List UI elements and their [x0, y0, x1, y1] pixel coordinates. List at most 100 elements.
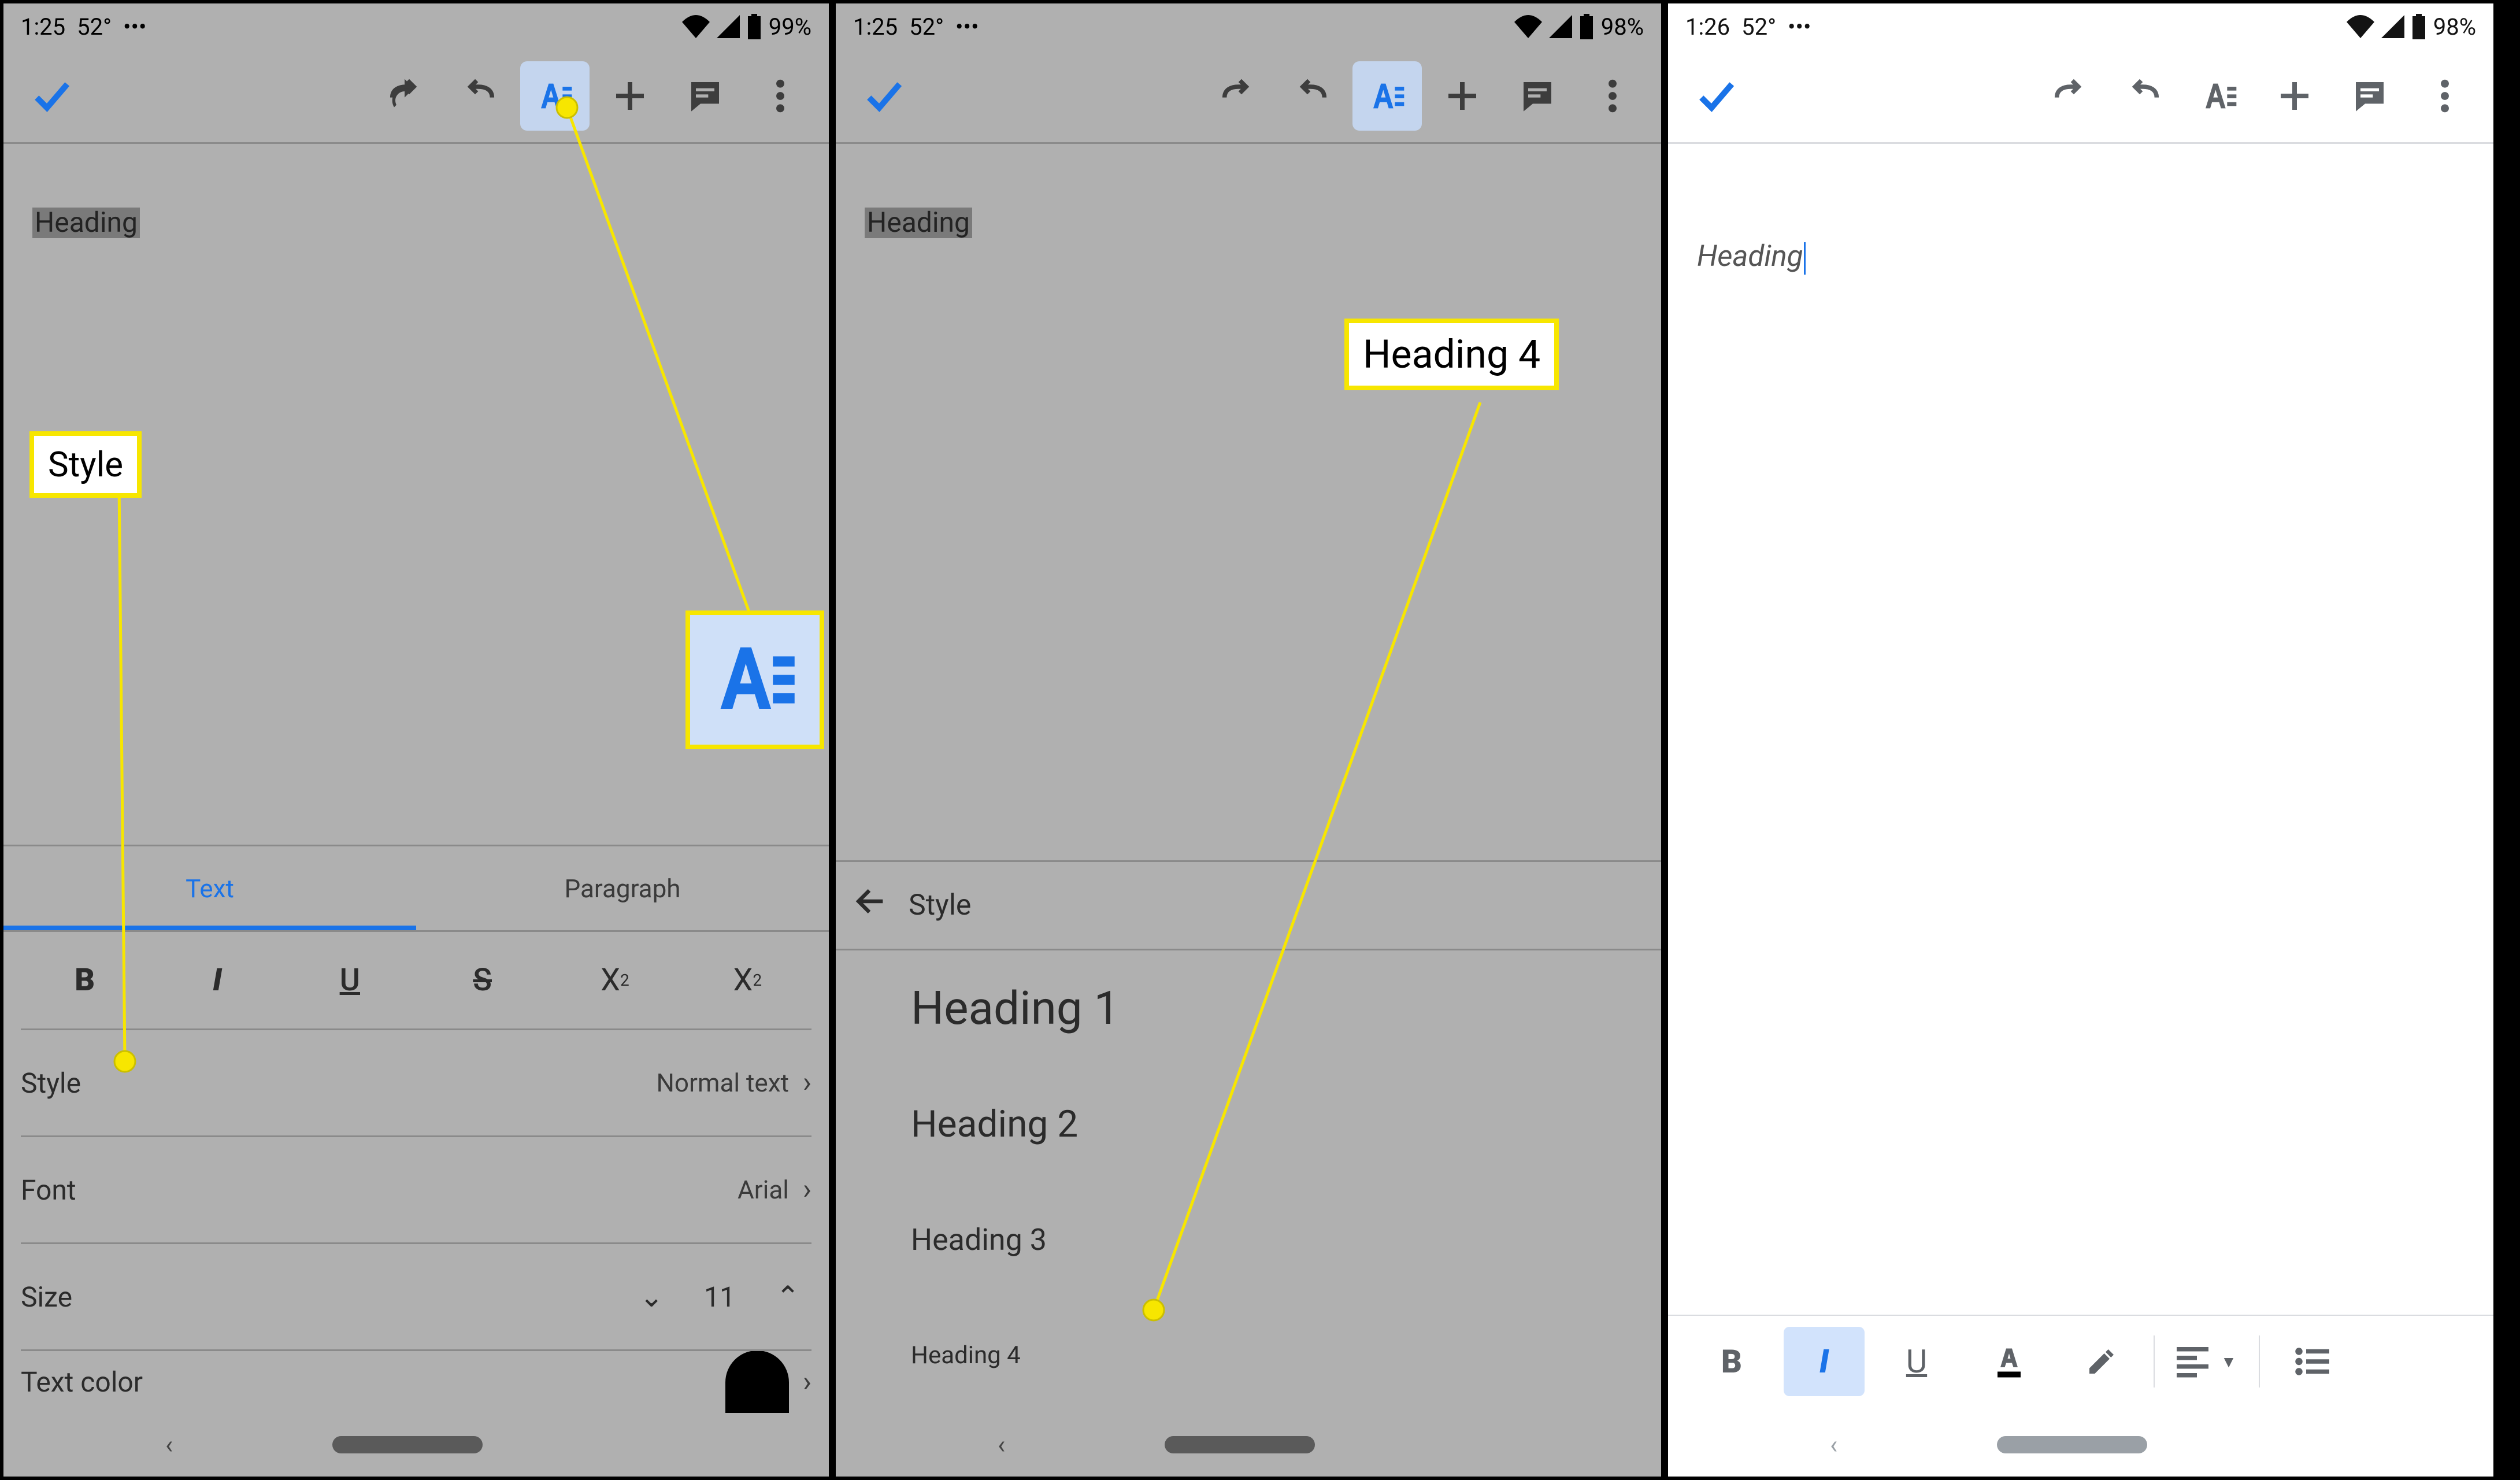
signal-icon [2381, 15, 2404, 38]
status-battery: 98% [1601, 13, 1644, 40]
toolbar [1668, 50, 2493, 142]
toolbar [3, 50, 829, 142]
row-text-color[interactable]: Text color › [21, 1349, 811, 1413]
screen-3: 1:26 52° ••• 98% Heading B I U [1665, 0, 2497, 1480]
undo-button[interactable] [2034, 61, 2104, 131]
document-area[interactable]: Heading [836, 144, 1661, 777]
nav-pill[interactable] [1997, 1436, 2147, 1453]
callout-format-icon [685, 610, 824, 749]
style-heading-2[interactable]: Heading 2 [911, 1066, 1626, 1182]
battery-icon [1579, 14, 1594, 39]
done-button[interactable] [1682, 61, 1751, 131]
comment-button[interactable] [670, 61, 740, 131]
format-button[interactable] [2185, 61, 2254, 131]
comment-button[interactable] [2335, 61, 2404, 131]
style-panel-title: Style [909, 889, 971, 922]
status-temp: 52° [909, 13, 944, 40]
status-battery: 99% [769, 13, 811, 40]
bullet-list-button[interactable] [2271, 1327, 2352, 1396]
style-heading-4[interactable]: Heading 4 [911, 1297, 1626, 1413]
nav-back[interactable]: ‹ [1830, 1430, 1837, 1460]
italic-button[interactable]: I [153, 932, 281, 1028]
undo-button[interactable] [370, 61, 439, 131]
superscript-button[interactable]: X2 [551, 932, 679, 1028]
text-color-button[interactable] [1969, 1327, 2050, 1396]
row-size[interactable]: Size ⌄ 11 ⌃ [21, 1242, 811, 1349]
highlight-button[interactable] [2061, 1327, 2142, 1396]
size-increase[interactable]: ⌃ [764, 1280, 811, 1314]
status-temp: 52° [1741, 13, 1776, 40]
done-button[interactable] [17, 61, 87, 131]
navigation-bar: ‹ [1668, 1413, 2493, 1477]
undo-button[interactable] [1202, 61, 1272, 131]
screen-2: 1:25 52° ••• 98% Heading Heading 4 [832, 0, 1665, 1480]
heading-text[interactable]: Heading [1697, 239, 1806, 275]
comment-button[interactable] [1503, 61, 1572, 131]
nav-pill[interactable] [1165, 1436, 1315, 1453]
style-panel: Style Heading 1 Heading 2 Heading 3 Head… [836, 860, 1661, 1413]
more-button[interactable] [746, 61, 815, 131]
signal-icon [1549, 15, 1572, 38]
redo-button[interactable] [445, 61, 514, 131]
insert-button[interactable] [595, 61, 665, 131]
more-button[interactable] [2410, 61, 2480, 131]
align-button[interactable]: ▼ [2166, 1327, 2247, 1396]
text-color-swatch [725, 1350, 789, 1414]
back-button[interactable] [853, 885, 885, 926]
document-area[interactable]: Heading [1668, 144, 2493, 1312]
insert-button[interactable] [2260, 61, 2329, 131]
underline-button[interactable]: U [1876, 1327, 1957, 1396]
style-heading-1[interactable]: Heading 1 [911, 950, 1626, 1066]
bold-button[interactable]: B [1691, 1327, 1772, 1396]
redo-button[interactable] [1277, 61, 1347, 131]
status-dots: ••• [1788, 13, 1811, 40]
row-font[interactable]: Font Arial› [21, 1135, 811, 1242]
more-button[interactable] [1578, 61, 1647, 131]
status-dots: ••• [955, 13, 979, 40]
insert-button[interactable] [1428, 61, 1497, 131]
nav-back[interactable]: ‹ [165, 1430, 173, 1460]
underline-button[interactable]: U [286, 932, 414, 1028]
format-panel: Text Paragraph B I U S X2 X2 Style Norma… [3, 845, 829, 1413]
size-decrease[interactable]: ⌄ [628, 1280, 675, 1314]
subscript-button[interactable]: X2 [684, 932, 811, 1028]
signal-icon [717, 15, 740, 38]
format-button[interactable] [1352, 61, 1422, 131]
separator [2154, 1335, 2155, 1388]
battery-icon [747, 14, 762, 39]
status-time: 1:25 [853, 13, 898, 40]
selected-text[interactable]: Heading [32, 208, 140, 238]
italic-button[interactable]: I [1784, 1327, 1865, 1396]
status-bar: 1:25 52° ••• 98% [836, 3, 1661, 50]
status-time: 1:26 [1685, 13, 1730, 40]
redo-button[interactable] [2110, 61, 2179, 131]
separator [2259, 1335, 2260, 1388]
selected-text[interactable]: Heading [865, 208, 972, 238]
bold-button[interactable]: B [21, 932, 149, 1028]
strike-button[interactable]: S [418, 932, 546, 1028]
navigation-bar: ‹ [836, 1413, 1661, 1477]
navigation-bar: ‹ [3, 1413, 829, 1477]
status-time: 1:25 [21, 13, 65, 40]
battery-icon [2411, 14, 2426, 39]
nav-pill[interactable] [332, 1436, 483, 1453]
callout-style: Style [29, 431, 142, 498]
style-heading-3[interactable]: Heading 3 [911, 1182, 1626, 1297]
tab-text[interactable]: Text [3, 846, 416, 930]
format-button[interactable] [520, 61, 590, 131]
toolbar [836, 50, 1661, 142]
wifi-icon [682, 15, 710, 38]
tab-paragraph[interactable]: Paragraph [416, 846, 829, 930]
status-bar: 1:25 52° ••• 99% [3, 3, 829, 50]
status-dots: ••• [123, 13, 147, 40]
row-style[interactable]: Style Normal text› [21, 1028, 811, 1135]
status-bar: 1:26 52° ••• 98% [1668, 3, 2493, 50]
text-cursor [1804, 242, 1806, 275]
screen-1: 1:25 52° ••• 99% [0, 0, 832, 1480]
format-bar: B I U ▼ [1668, 1315, 2493, 1407]
dropdown-icon: ▼ [2221, 1352, 2237, 1371]
nav-back[interactable]: ‹ [998, 1430, 1005, 1460]
status-battery: 98% [2433, 13, 2476, 40]
done-button[interactable] [850, 61, 919, 131]
status-temp: 52° [77, 13, 112, 40]
